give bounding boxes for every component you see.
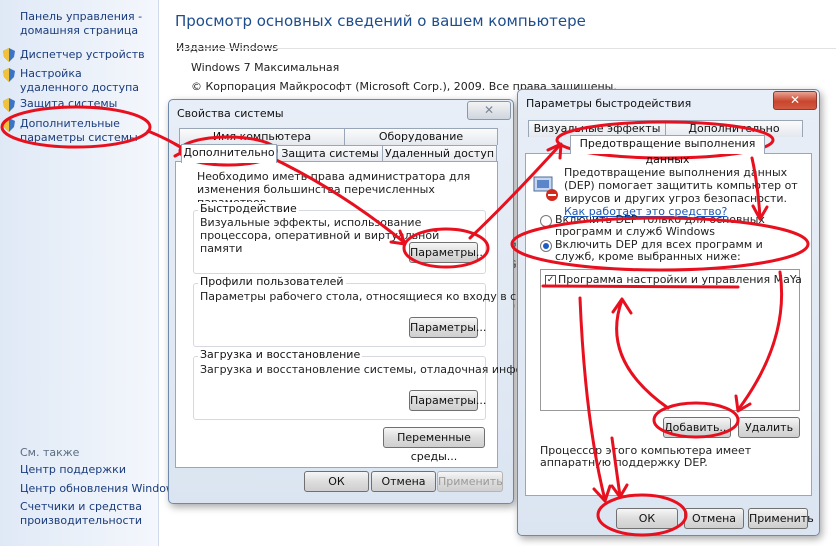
performance-options-dialog: Параметры быстродействия ✕ Визуальные эф…: [517, 89, 820, 536]
startup-recovery-desc: Загрузка и восстановление системы, отлад…: [200, 363, 566, 376]
sidebar-item-advanced-settings[interactable]: Дополнительные параметры системы: [20, 117, 158, 145]
page-title: Просмотр основных сведений о вашем компь…: [175, 12, 586, 30]
user-profiles-desc: Параметры рабочего стола, относящиеся ко…: [200, 290, 558, 303]
cancel-button[interactable]: Отмена: [371, 471, 436, 492]
remove-button[interactable]: Удалить: [738, 417, 800, 438]
dialog-title: Свойства системы: [177, 107, 284, 120]
windows-edition: Windows 7 Максимальная: [191, 61, 340, 74]
cpu-dep-note: Процессор этого компьютера имеет аппарат…: [540, 444, 752, 469]
sidebar: Панель управления - домашняя страница Ди…: [0, 0, 181, 546]
sidebar-home-link[interactable]: Панель управления - домашняя страница: [20, 10, 142, 38]
ok-button[interactable]: ОК: [304, 471, 369, 492]
cancel-button[interactable]: Отмена: [684, 508, 744, 529]
close-icon: ✕: [483, 103, 495, 117]
dep-exceptions-list[interactable]: ✓ Программа настройки и управления MaYa: [540, 269, 802, 411]
see-also-heading: См. также: [20, 446, 80, 459]
see-also-performance[interactable]: Счетчики и средства производительности: [20, 500, 150, 528]
tab-remote-access[interactable]: Удаленный доступ: [382, 145, 497, 162]
environment-variables-button[interactable]: Переменные среды...: [383, 427, 485, 463]
tab-panel-dep: Предотвращение выполнения данных (DEP) п…: [525, 153, 812, 496]
sidebar-item-remote-access[interactable]: Настройка удаленного доступа: [20, 67, 148, 95]
apply-button[interactable]: Применить: [437, 471, 503, 492]
close-button[interactable]: ✕: [773, 91, 817, 110]
dep-essential-radio[interactable]: [540, 215, 552, 227]
startup-recovery-settings-button[interactable]: Параметры...: [409, 390, 486, 411]
system-properties-dialog: Свойства системы ✕ Имя компьютера Оборуд…: [168, 99, 566, 504]
tab-computer-name[interactable]: Имя компьютера: [179, 128, 345, 145]
dialog-title: Параметры быстродействия: [526, 97, 692, 110]
tab-panel-advanced: Необходимо иметь права администратора дл…: [175, 161, 566, 468]
apply-button[interactable]: Применить: [748, 508, 814, 529]
see-also-windows-update[interactable]: Центр обновления Windows: [20, 482, 181, 496]
user-profiles-group-title: Профили пользователей: [198, 275, 346, 288]
shield-icon: [3, 118, 15, 132]
dep-all-label: Включить DEP для всех программ и служб, …: [555, 238, 763, 263]
sidebar-item-system-protection[interactable]: Защита системы: [20, 97, 117, 111]
see-also-action-center[interactable]: Центр поддержки: [20, 463, 126, 477]
tab-advanced[interactable]: Дополнительно: [181, 144, 277, 163]
shield-icon: [3, 48, 15, 62]
tab-hardware[interactable]: Оборудование: [344, 128, 498, 145]
dep-essential-label: Включить DEP только для основных програм…: [555, 213, 765, 238]
dep-description-text: Предотвращение выполнения данных (DEP) п…: [564, 166, 798, 205]
shield-icon: [3, 68, 15, 82]
startup-recovery-group-title: Загрузка и восстановление: [198, 348, 363, 361]
dep-all-radio[interactable]: [540, 240, 552, 252]
close-button[interactable]: ✕: [467, 101, 511, 120]
dep-description: Предотвращение выполнения данных (DEP) п…: [564, 166, 808, 218]
dep-shield-icon: [533, 176, 558, 201]
tab-system-protection[interactable]: Защита системы: [277, 145, 383, 162]
close-icon: ✕: [789, 93, 801, 107]
performance-settings-button[interactable]: Параметры...: [409, 242, 486, 263]
add-button[interactable]: Добавить...: [663, 417, 731, 438]
list-item: Программа настройки и управления MaYa: [558, 273, 802, 286]
list-item-checkbox[interactable]: ✓: [545, 275, 556, 286]
user-profiles-settings-button[interactable]: Параметры...: [409, 317, 486, 338]
shield-icon: [3, 98, 15, 112]
tab-dep[interactable]: Предотвращение выполнения данных: [570, 135, 765, 166]
performance-group-title: Быстродействие: [198, 202, 299, 215]
ok-button[interactable]: ОК: [616, 508, 678, 529]
divider: [176, 48, 836, 49]
sidebar-item-device-manager[interactable]: Диспетчер устройств: [20, 48, 145, 62]
